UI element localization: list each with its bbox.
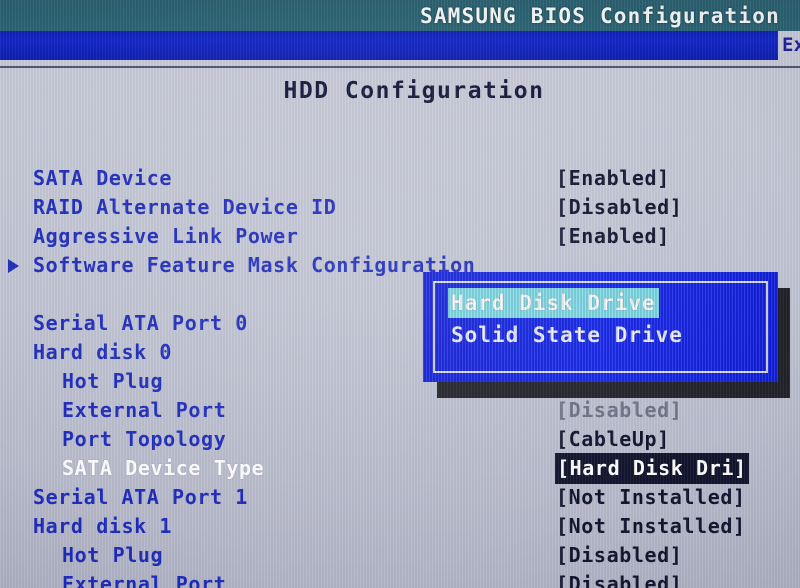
setting-label: SATA Device bbox=[33, 166, 173, 190]
setting-row[interactable]: Port Topology [CableUp] bbox=[0, 425, 800, 454]
setting-row[interactable]: Serial ATA Port 1 [Not Installed] bbox=[0, 483, 800, 512]
submenu-arrow-icon bbox=[8, 259, 19, 273]
setting-label: Hot Plug bbox=[62, 543, 164, 567]
setting-label: Hot Plug bbox=[62, 369, 164, 393]
setting-row[interactable]: Aggressive Link Power [Enabled] bbox=[0, 222, 800, 251]
setting-row[interactable]: External Port [Disabled] bbox=[0, 570, 800, 588]
setting-label: RAID Alternate Device ID bbox=[33, 195, 337, 219]
setting-row[interactable]: SATA Device [Enabled] bbox=[0, 164, 800, 193]
setting-label: External Port bbox=[62, 398, 227, 422]
setting-value[interactable]: [Enabled] bbox=[556, 222, 670, 251]
popup-option-solid-state-drive[interactable]: Solid State Drive bbox=[451, 320, 683, 350]
setting-value[interactable]: [Not Installed] bbox=[556, 512, 746, 541]
setting-label: Serial ATA Port 1 bbox=[33, 485, 248, 509]
bios-screen: SAMSUNG BIOS Configuration Ex HDD Config… bbox=[0, 0, 800, 588]
setting-label: Software Feature Mask Configuration bbox=[33, 253, 476, 277]
popup-option-hard-disk-drive[interactable]: Hard Disk Drive bbox=[448, 288, 659, 318]
setting-value[interactable]: [Hard Disk Dri] bbox=[556, 454, 748, 483]
setting-label: Hard disk 0 bbox=[33, 340, 173, 364]
setting-label: Port Topology bbox=[62, 427, 227, 451]
setting-value[interactable]: [Enabled] bbox=[556, 164, 670, 193]
setting-value[interactable]: [Disabled] bbox=[556, 541, 682, 570]
setting-value[interactable]: [Disabled] bbox=[556, 396, 682, 425]
setting-row[interactable]: External Port [Disabled] bbox=[0, 396, 800, 425]
setting-row[interactable]: Hard disk 1 [Not Installed] bbox=[0, 512, 800, 541]
setting-value[interactable]: [CableUp] bbox=[556, 425, 670, 454]
setting-label: SATA Device Type bbox=[62, 456, 265, 480]
setting-value[interactable]: [Disabled] bbox=[556, 570, 682, 588]
setting-row[interactable]: SATA Device Type [Hard Disk Dri] bbox=[0, 454, 800, 483]
setting-label: Aggressive Link Power bbox=[33, 224, 299, 248]
setting-label: Serial ATA Port 0 bbox=[33, 311, 248, 335]
setting-row[interactable]: RAID Alternate Device ID [Disabled] bbox=[0, 193, 800, 222]
sata-device-type-popup[interactable]: Hard Disk Drive Solid State Drive bbox=[423, 272, 778, 382]
setting-row[interactable]: Hot Plug [Disabled] bbox=[0, 541, 800, 570]
setting-label: External Port bbox=[62, 572, 227, 588]
setting-value[interactable]: [Not Installed] bbox=[556, 483, 746, 512]
setting-label: Hard disk 1 bbox=[33, 514, 173, 538]
setting-value[interactable]: [Disabled] bbox=[556, 193, 682, 222]
